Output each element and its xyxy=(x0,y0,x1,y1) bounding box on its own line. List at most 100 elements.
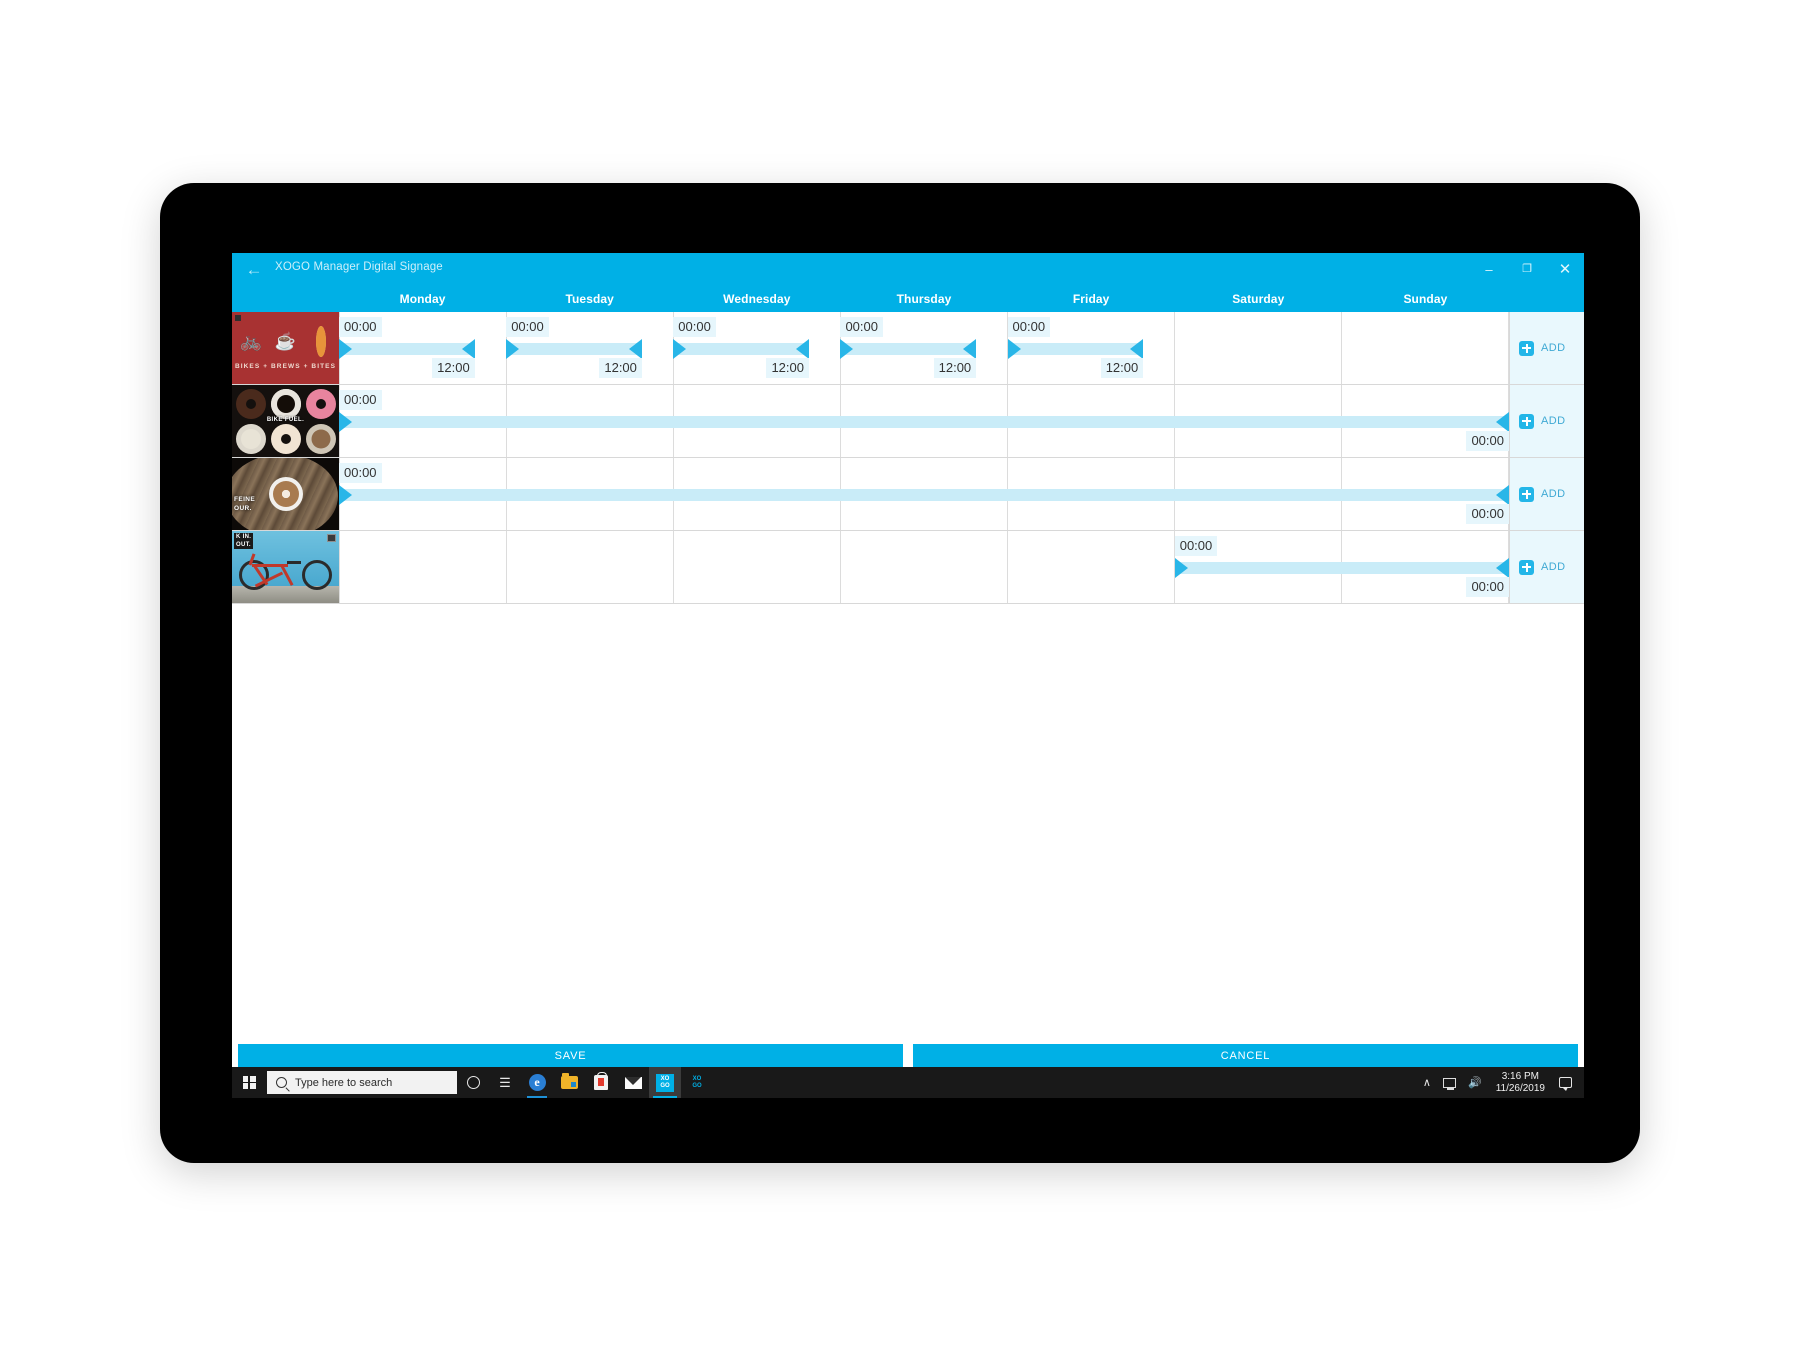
close-button[interactable]: ✕ xyxy=(1546,253,1584,286)
day-cell-friday[interactable] xyxy=(1008,531,1175,603)
playlist-thumbnail-caffeine-hour[interactable]: FEINE OUR. xyxy=(232,458,339,530)
slider-start-handle[interactable] xyxy=(1174,558,1188,578)
action-center-icon[interactable] xyxy=(1553,1067,1578,1098)
slider-end-time: 12:00 xyxy=(1100,358,1144,378)
slider-track xyxy=(339,489,1509,501)
slider-end-handle[interactable] xyxy=(1495,558,1509,578)
cappuccino-cup-icon xyxy=(304,422,337,455)
edge-browser-icon[interactable]: e xyxy=(521,1067,553,1098)
latte-cup-icon xyxy=(234,422,267,455)
day-header-monday: Monday xyxy=(399,292,446,306)
slider-end-handle[interactable] xyxy=(1130,339,1144,359)
maximize-button[interactable]: ❐ xyxy=(1508,253,1546,286)
day-header-thursday: Thursday xyxy=(896,292,952,306)
save-button[interactable]: SAVE xyxy=(238,1044,903,1067)
slider-start-handle[interactable] xyxy=(339,412,352,432)
system-tray: ∧ 🔊 3:16 PM 11/26/2019 xyxy=(1417,1067,1584,1098)
day-header-wednesday: Wednesday xyxy=(723,292,791,306)
slider-end-time: 00:00 xyxy=(1466,431,1509,451)
slider-start-handle[interactable] xyxy=(673,339,687,359)
slider-end-handle[interactable] xyxy=(628,339,642,359)
plus-icon xyxy=(1519,486,1534,502)
thumbnail-badge-icon xyxy=(327,534,336,542)
playlist-thumbnail-bike-fuel[interactable]: BIKE FUEL. xyxy=(232,385,339,457)
volume-icon[interactable]: 🔊 xyxy=(1462,1067,1488,1098)
slider-track xyxy=(1174,562,1509,574)
day-cell-tuesday[interactable] xyxy=(507,531,674,603)
clock-date: 11/26/2019 xyxy=(1495,1082,1545,1094)
chocolate-donut-icon xyxy=(234,387,267,420)
cortana-icon[interactable] xyxy=(457,1067,489,1098)
add-label: ADD xyxy=(1541,342,1566,354)
slider-end-handle[interactable] xyxy=(963,339,977,359)
plus-icon xyxy=(1519,559,1534,575)
mail-icon[interactable] xyxy=(617,1067,649,1098)
slider-start-time: 00:00 xyxy=(840,317,883,337)
add-schedule-button-row-3[interactable]: ADD xyxy=(1509,458,1584,530)
slider-start-time: 00:00 xyxy=(673,317,716,337)
start-button[interactable] xyxy=(232,1067,266,1098)
file-explorer-icon[interactable] xyxy=(553,1067,585,1098)
add-label: ADD xyxy=(1541,488,1566,500)
add-schedule-button-row-4[interactable]: ADD xyxy=(1509,531,1584,603)
time-range-slider-full-week[interactable]: 00:00 00:00 xyxy=(339,385,1509,457)
slider-end-handle[interactable] xyxy=(1496,485,1509,505)
day-cell-saturday[interactable] xyxy=(1175,312,1342,384)
time-range-slider-weekend[interactable]: 00:00 00:00 xyxy=(1174,531,1509,603)
time-range-slider-thursday[interactable]: 00:00 12:00 xyxy=(840,312,977,384)
show-hidden-icons-chevron[interactable]: ∧ xyxy=(1417,1067,1437,1098)
playlist-thumbnail-red-bicycle[interactable]: K IN. OUT. xyxy=(232,531,339,603)
back-arrow-icon[interactable]: ← xyxy=(242,258,266,282)
time-range-slider-tuesday[interactable]: 00:00 12:00 xyxy=(506,312,642,384)
thumbnail-caption: BIKE FUEL. xyxy=(266,416,305,423)
slider-end-handle[interactable] xyxy=(461,339,475,359)
slider-start-handle[interactable] xyxy=(339,339,352,359)
time-range-slider-friday[interactable]: 00:00 12:00 xyxy=(1007,312,1144,384)
slider-track xyxy=(673,343,809,355)
slider-end-handle[interactable] xyxy=(795,339,809,359)
xogo-player-icon[interactable]: XO GO xyxy=(681,1067,713,1098)
search-input[interactable]: Type here to search xyxy=(267,1071,457,1094)
schedule-row: BIKE FUEL. 00:00 00:00 ADD xyxy=(232,385,1584,458)
slider-start-handle[interactable] xyxy=(1007,339,1021,359)
day-cells: 00:00 00:00 xyxy=(339,385,1509,457)
add-label: ADD xyxy=(1541,415,1566,427)
time-range-slider-wednesday[interactable]: 00:00 12:00 xyxy=(673,312,809,384)
app-screen: ← XOGO Manager Digital Signage – ❐ ✕ Mon… xyxy=(232,253,1584,1098)
xogo-manager-icon[interactable]: XO GO xyxy=(649,1067,681,1098)
day-cell-sunday[interactable] xyxy=(1342,312,1509,384)
day-cell-monday[interactable] xyxy=(339,531,507,603)
add-schedule-button-row-2[interactable]: ADD xyxy=(1509,385,1584,457)
window-titlebar: ← XOGO Manager Digital Signage – ❐ ✕ xyxy=(232,253,1584,286)
donut-icon xyxy=(310,326,332,357)
playlist-thumbnail-bikes-brews-bites[interactable]: 🚲 ☕ BIKES + BREWS + BITES xyxy=(232,312,339,384)
thumbnail-caption-line2: OUT. xyxy=(234,541,253,549)
thumbnail-caption-line1: K IN. xyxy=(234,533,254,541)
windows-taskbar: Type here to search ☰ e XO GO XO GO ∧ 🔊 3:… xyxy=(232,1067,1584,1098)
search-placeholder: Type here to search xyxy=(295,1076,393,1089)
clock[interactable]: 3:16 PM 11/26/2019 xyxy=(1488,1071,1553,1095)
windows-logo-icon xyxy=(242,1076,256,1089)
add-label: ADD xyxy=(1541,561,1566,573)
day-cells: 00:00 12:00 00:00 12:00 00:00 12:00 00:0… xyxy=(339,312,1509,384)
slider-end-handle[interactable] xyxy=(1496,412,1509,432)
time-range-slider-monday[interactable]: 00:00 12:00 xyxy=(339,312,475,384)
add-column-spacer xyxy=(1509,286,1584,312)
thumbnail-caption: K IN. OUT. xyxy=(234,533,254,549)
slider-start-handle[interactable] xyxy=(339,485,352,505)
day-cell-wednesday[interactable] xyxy=(674,531,841,603)
slider-track xyxy=(339,343,475,355)
microsoft-store-icon[interactable] xyxy=(585,1067,617,1098)
slider-end-time: 12:00 xyxy=(432,358,475,378)
add-schedule-button-row-1[interactable]: ADD xyxy=(1509,312,1584,384)
slider-start-handle[interactable] xyxy=(506,339,520,359)
time-range-slider-full-week[interactable]: 00:00 00:00 xyxy=(339,458,1509,530)
day-cell-thursday[interactable] xyxy=(841,531,1008,603)
task-view-icon[interactable]: ☰ xyxy=(489,1067,521,1098)
network-icon[interactable] xyxy=(1437,1067,1462,1098)
minimize-button[interactable]: – xyxy=(1470,253,1508,286)
day-header-sunday: Sunday xyxy=(1403,292,1448,306)
cancel-button[interactable]: CANCEL xyxy=(913,1044,1578,1067)
thumbnail-badge-icon xyxy=(235,315,241,321)
slider-start-handle[interactable] xyxy=(840,339,854,359)
